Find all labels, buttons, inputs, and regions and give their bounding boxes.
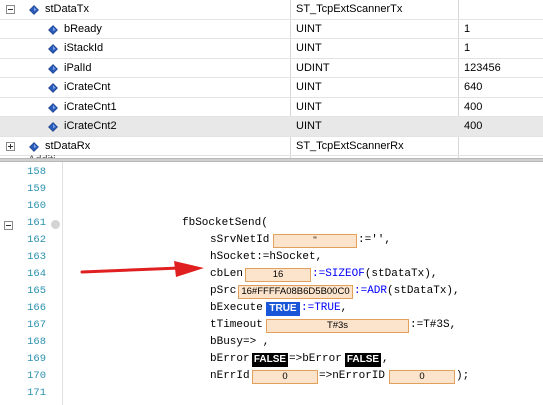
variable-value[interactable]: 640: [464, 78, 543, 97]
variable-icon: [29, 141, 39, 152]
variable-type: ST_TcpExtScannerTx: [296, 3, 403, 15]
line-number: 171: [27, 387, 46, 399]
variable-value[interactable]: 123456: [464, 59, 543, 78]
variable-type: UINT: [296, 22, 322, 35]
breakpoint-marker-icon[interactable]: [51, 220, 60, 229]
param-nerrid-output: =>nErrorID: [319, 370, 386, 382]
variable-icon: [48, 102, 58, 113]
watch-row-icratecnt[interactable]: iCrateCnt UINT 640: [0, 78, 543, 98]
inline-value-nerrid[interactable]: 0: [252, 370, 318, 384]
param-hsocket: hSocket:=hSocket,: [210, 251, 323, 263]
variable-name: stDataRx: [45, 139, 91, 152]
param-psrc: pSrc: [210, 285, 237, 297]
variable-icon: [48, 24, 58, 35]
annotation-arrow-icon: [80, 261, 204, 277]
param-cblen: cbLen: [210, 268, 244, 280]
variable-value[interactable]: 1: [464, 20, 543, 39]
variable-type: UDINT: [296, 61, 330, 74]
watch-row-istackid[interactable]: iStackId UINT 1: [0, 39, 543, 59]
inline-value-nerrorid[interactable]: 0: [389, 370, 455, 384]
function-block-call: fbSocketSend(: [182, 217, 268, 229]
line-number: 166: [27, 302, 46, 314]
variable-value[interactable]: 400: [464, 117, 543, 136]
watch-row-stdatarx[interactable]: stDataRx ST_TcpExtScannerRx: [0, 137, 543, 156]
param-ttimeout-assign: :=T#3S,: [410, 319, 457, 331]
variable-name: iCrateCnt2: [64, 120, 117, 132]
line-number: 162: [27, 234, 46, 246]
variable-name: iCrateCnt: [64, 81, 111, 93]
param-cblen-assign: :=SIZEOF(stDataTx),: [312, 268, 438, 280]
line-number: 158: [27, 166, 46, 178]
line-number: 164: [27, 268, 46, 280]
watch-row-ipalid[interactable]: iPalId UDINT 123456: [0, 59, 543, 78]
variable-name: bReady: [64, 22, 102, 35]
variable-name: iPalId: [64, 61, 92, 74]
variable-value[interactable]: 400: [464, 98, 543, 117]
variable-type: UINT: [296, 81, 322, 93]
line-number: 163: [27, 251, 46, 263]
code-editor[interactable]: 158 159 160 161 162 163 164 165 166 167 …: [0, 162, 543, 405]
param-nerrid: nErrId: [210, 370, 250, 382]
inline-value-psrc[interactable]: 16#FFFFA08B6D5B00C0: [238, 285, 353, 299]
line-number: 167: [27, 319, 46, 331]
param-psrc-assign: :=ADR(stDataTx),: [354, 285, 460, 297]
watch-row-icratecnt2[interactable]: iCrateCnt2 UINT 400: [0, 117, 543, 137]
watch-row-stdatatx[interactable]: stDataTx ST_TcpExtScannerTx: [0, 0, 543, 20]
inline-value-ssrvnetid[interactable]: '': [273, 234, 357, 248]
line-number: 168: [27, 336, 46, 348]
inline-value-cblen[interactable]: 16: [245, 268, 311, 282]
collapse-icon[interactable]: [6, 5, 15, 14]
inline-value-bexecute[interactable]: TRUE: [266, 302, 300, 316]
param-ssrvnetid: sSrvNetId: [210, 234, 270, 246]
variable-name: iStackId: [64, 42, 104, 54]
param-bbusy: bBusy=> ,: [210, 336, 270, 348]
variable-type: ST_TcpExtScannerRx: [296, 139, 404, 152]
watch-row-bready[interactable]: bReady UINT 1: [0, 20, 543, 39]
line-number: 159: [27, 183, 46, 195]
inline-value-berror[interactable]: FALSE: [252, 353, 288, 367]
param-berror-suffix: ,: [382, 353, 389, 365]
variable-type: UINT: [296, 120, 322, 132]
line-number-gutter: 158 159 160 161 162 163 164 165 166 167 …: [0, 162, 63, 405]
variable-icon: [29, 5, 39, 15]
param-nerrid-suffix: );: [456, 370, 470, 382]
param-berror-output: =>bError: [289, 353, 342, 365]
variable-icon: [48, 44, 58, 54]
variable-icon: [48, 122, 58, 132]
param-ssrvnetid-assign: :='',: [358, 234, 392, 246]
variable-icon: [48, 63, 58, 74]
variable-type: UINT: [296, 100, 322, 113]
fold-toggle-icon[interactable]: [4, 221, 13, 230]
line-number: 161: [27, 217, 46, 229]
param-berror: bError: [210, 353, 250, 365]
variable-type: UINT: [296, 42, 322, 54]
line-number: 170: [27, 370, 46, 382]
line-number: 169: [27, 353, 46, 365]
expand-icon[interactable]: [6, 141, 15, 151]
variable-value[interactable]: 1: [464, 39, 543, 58]
watch-row-icratecnt1[interactable]: iCrateCnt1 UINT 400: [0, 98, 543, 117]
param-ttimeout: tTimeout: [210, 319, 263, 331]
variable-value: [464, 137, 543, 156]
line-number: 160: [27, 200, 46, 212]
inline-value-berror-output[interactable]: FALSE: [345, 353, 381, 367]
line-number: 165: [27, 285, 46, 297]
param-bexecute: bExecute: [210, 302, 263, 314]
variable-value: [464, 0, 543, 19]
variable-icon: [48, 83, 58, 93]
watch-table: stDataTx ST_TcpExtScannerTx bReady UINT …: [0, 0, 543, 158]
variable-name: stDataTx: [45, 3, 90, 15]
param-bexecute-assign: :=TRUE,: [301, 302, 348, 314]
variable-name: iCrateCnt1: [64, 100, 117, 113]
inline-value-ttimeout[interactable]: T#3s: [266, 319, 409, 333]
